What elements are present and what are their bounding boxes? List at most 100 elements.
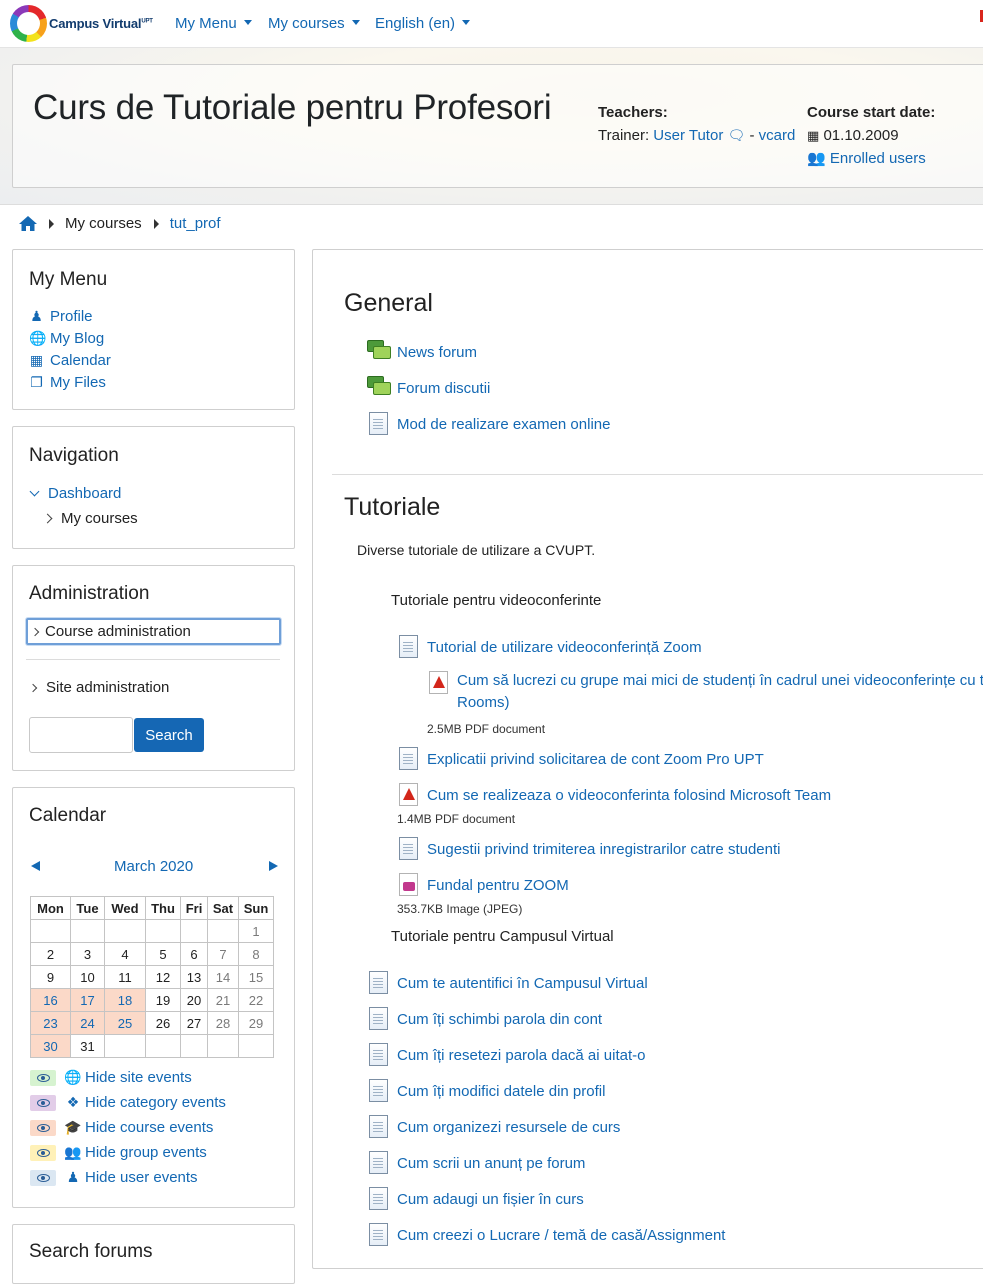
calendar-legend-toggle[interactable]: 🌐 Hide site events (30, 1069, 192, 1086)
calendar-day[interactable]: 25 (104, 1011, 146, 1035)
language-dropdown[interactable]: English (en) (375, 15, 471, 32)
menu-item-blog[interactable]: 🌐 My Blog (29, 330, 104, 347)
eye-icon[interactable] (30, 1069, 56, 1086)
page-icon (367, 1043, 391, 1067)
chevron-right-icon (28, 683, 38, 692)
menu-item-calendar[interactable]: ▦ Calendar (29, 352, 111, 369)
calendar-empty-cell (207, 1034, 239, 1058)
site-logo[interactable]: Campus VirtualUPT (10, 5, 153, 42)
calendar-month[interactable]: March 2020 (114, 858, 193, 875)
calendar-day[interactable]: 9 (30, 965, 71, 989)
calendar-day[interactable]: 7 (207, 942, 239, 966)
nav-dashboard[interactable]: Dashboard (29, 485, 121, 502)
eye-icon[interactable] (30, 1094, 56, 1111)
calendar-legend-toggle[interactable]: 👥 Hide group events (30, 1144, 207, 1161)
site-administration-item[interactable]: Site administration (28, 679, 169, 696)
calendar-day[interactable]: 14 (207, 965, 239, 989)
breadcrumb-course[interactable]: tut_prof (170, 215, 221, 232)
my-menu-dropdown[interactable]: My Menu (175, 15, 252, 32)
eye-icon[interactable] (30, 1169, 56, 1186)
activity-campus-tutorial[interactable]: Cum te autentifici în Campusul Virtual (367, 971, 648, 995)
menu-item-profile[interactable]: ♟ Profile (29, 308, 92, 325)
calendar-day[interactable]: 6 (180, 942, 208, 966)
page-icon (367, 1187, 391, 1211)
calendar-day[interactable]: 22 (238, 988, 274, 1012)
calendar-day[interactable]: 10 (70, 965, 105, 989)
calendar-day[interactable]: 27 (180, 1011, 208, 1035)
calendar-day[interactable]: 24 (70, 1011, 105, 1035)
activity-campus-tutorial[interactable]: Cum adaugi un fișier în curs (367, 1187, 584, 1211)
calendar-legend-toggle[interactable]: ♟ Hide user events (30, 1169, 198, 1186)
calendar-day[interactable]: 30 (30, 1034, 71, 1058)
eye-icon[interactable] (30, 1144, 56, 1161)
calendar-empty-cell (180, 919, 208, 943)
activity-forum-discutii[interactable]: Forum discutii (367, 376, 490, 400)
menu-item-files[interactable]: ❐ My Files (29, 374, 106, 391)
calendar-day[interactable]: 5 (145, 942, 181, 966)
activity-tutorial-zoom[interactable]: Tutorial de utilizare videoconferință Zo… (397, 635, 702, 659)
previous-month-icon[interactable] (31, 861, 40, 871)
calendar-day[interactable]: 1 (238, 919, 274, 943)
home-icon[interactable] (19, 216, 37, 231)
calendar-day[interactable]: 8 (238, 942, 274, 966)
activity-label: Cum îți resetezi parola dacă ai uitat-o (397, 1046, 646, 1064)
activity-fundal-zoom[interactable]: Fundal pentru ZOOM (397, 873, 569, 897)
vcard-link[interactable]: vcard (759, 127, 796, 144)
activity-news-forum[interactable]: News forum (367, 340, 477, 364)
course-administration-item[interactable]: Course administration (26, 618, 281, 645)
calendar-day[interactable]: 2 (30, 942, 71, 966)
weekday-header: Tue (70, 896, 105, 920)
calendar-day[interactable]: 29 (238, 1011, 274, 1035)
calendar-day[interactable]: 11 (104, 965, 146, 989)
calendar-day[interactable]: 23 (30, 1011, 71, 1035)
activity-microsoft-team[interactable]: Cum se realizeaza o videoconferinta folo… (397, 783, 831, 807)
trainer-name-link[interactable]: User Tutor (653, 127, 723, 144)
admin-search-button[interactable]: Search (134, 718, 204, 752)
next-month-icon[interactable] (269, 861, 278, 871)
page-icon (367, 1223, 391, 1247)
activity-grupe-mici[interactable]: Cum să lucrezi cu grupe mai mici de stud… (427, 671, 983, 714)
calendar-empty-cell (30, 919, 71, 943)
divider (26, 659, 280, 660)
activity-mod-examen[interactable]: Mod de realizare examen online (367, 412, 610, 436)
calendar-day[interactable]: 21 (207, 988, 239, 1012)
menu-item-label: My Blog (50, 330, 105, 347)
navigation-block: Navigation Dashboard My courses (12, 426, 295, 549)
nav-my-courses[interactable]: My courses (42, 510, 138, 527)
calendar-legend-toggle[interactable]: 🎓 Hide course events (30, 1119, 213, 1136)
calendar-day[interactable]: 13 (180, 965, 208, 989)
calendar-legend-toggle[interactable]: ❖ Hide category events (30, 1094, 226, 1111)
enrolled-users-link[interactable]: 👥 Enrolled users (807, 149, 926, 167)
activity-label: Cum să lucrezi cu grupe mai mici de stud… (457, 672, 983, 689)
section-general-title: General (344, 289, 433, 317)
activity-cont-zoom-pro[interactable]: Explicatii privind solicitarea de cont Z… (397, 747, 764, 771)
calendar-day[interactable]: 4 (104, 942, 146, 966)
message-icon[interactable]: 🗨 (728, 127, 746, 143)
calendar-day[interactable]: 17 (70, 988, 105, 1012)
activity-inregistrari[interactable]: Sugestii privind trimiterea inregistrari… (397, 837, 780, 861)
calendar-day[interactable]: 19 (145, 988, 181, 1012)
calendar-day[interactable]: 28 (207, 1011, 239, 1035)
calendar-day[interactable]: 3 (70, 942, 105, 966)
activity-campus-tutorial[interactable]: Cum îți modifici datele din profil (367, 1079, 605, 1103)
teachers-label: Teachers: (598, 104, 668, 121)
calendar-day[interactable]: 15 (238, 965, 274, 989)
calendar-day[interactable]: 26 (145, 1011, 181, 1035)
calendar-day[interactable]: 18 (104, 988, 146, 1012)
activity-campus-tutorial[interactable]: Cum scrii un anunț pe forum (367, 1151, 585, 1175)
eye-icon[interactable] (30, 1119, 56, 1136)
activity-campus-tutorial[interactable]: Cum organizezi resursele de curs (367, 1115, 620, 1139)
my-courses-dropdown[interactable]: My courses (268, 15, 360, 32)
calendar-day[interactable]: 16 (30, 988, 71, 1012)
admin-search-input[interactable] (29, 717, 133, 753)
calendar-day[interactable]: 31 (70, 1034, 105, 1058)
graduation-cap-icon: 🎓 (64, 1119, 82, 1135)
activity-campus-tutorial[interactable]: Cum creezi o Lucrare / temă de casă/Assi… (367, 1223, 725, 1247)
activity-campus-tutorial[interactable]: Cum îți schimbi parola din cont (367, 1007, 602, 1031)
section-tutoriale-title: Tutoriale (344, 493, 441, 521)
breadcrumb-my-courses[interactable]: My courses (65, 215, 142, 232)
activity-campus-tutorial[interactable]: Cum îți resetezi parola dacă ai uitat-o (367, 1043, 645, 1067)
calendar-day[interactable]: 12 (145, 965, 181, 989)
calendar-day[interactable]: 20 (180, 988, 208, 1012)
calendar-icon: ▦ (29, 352, 44, 368)
